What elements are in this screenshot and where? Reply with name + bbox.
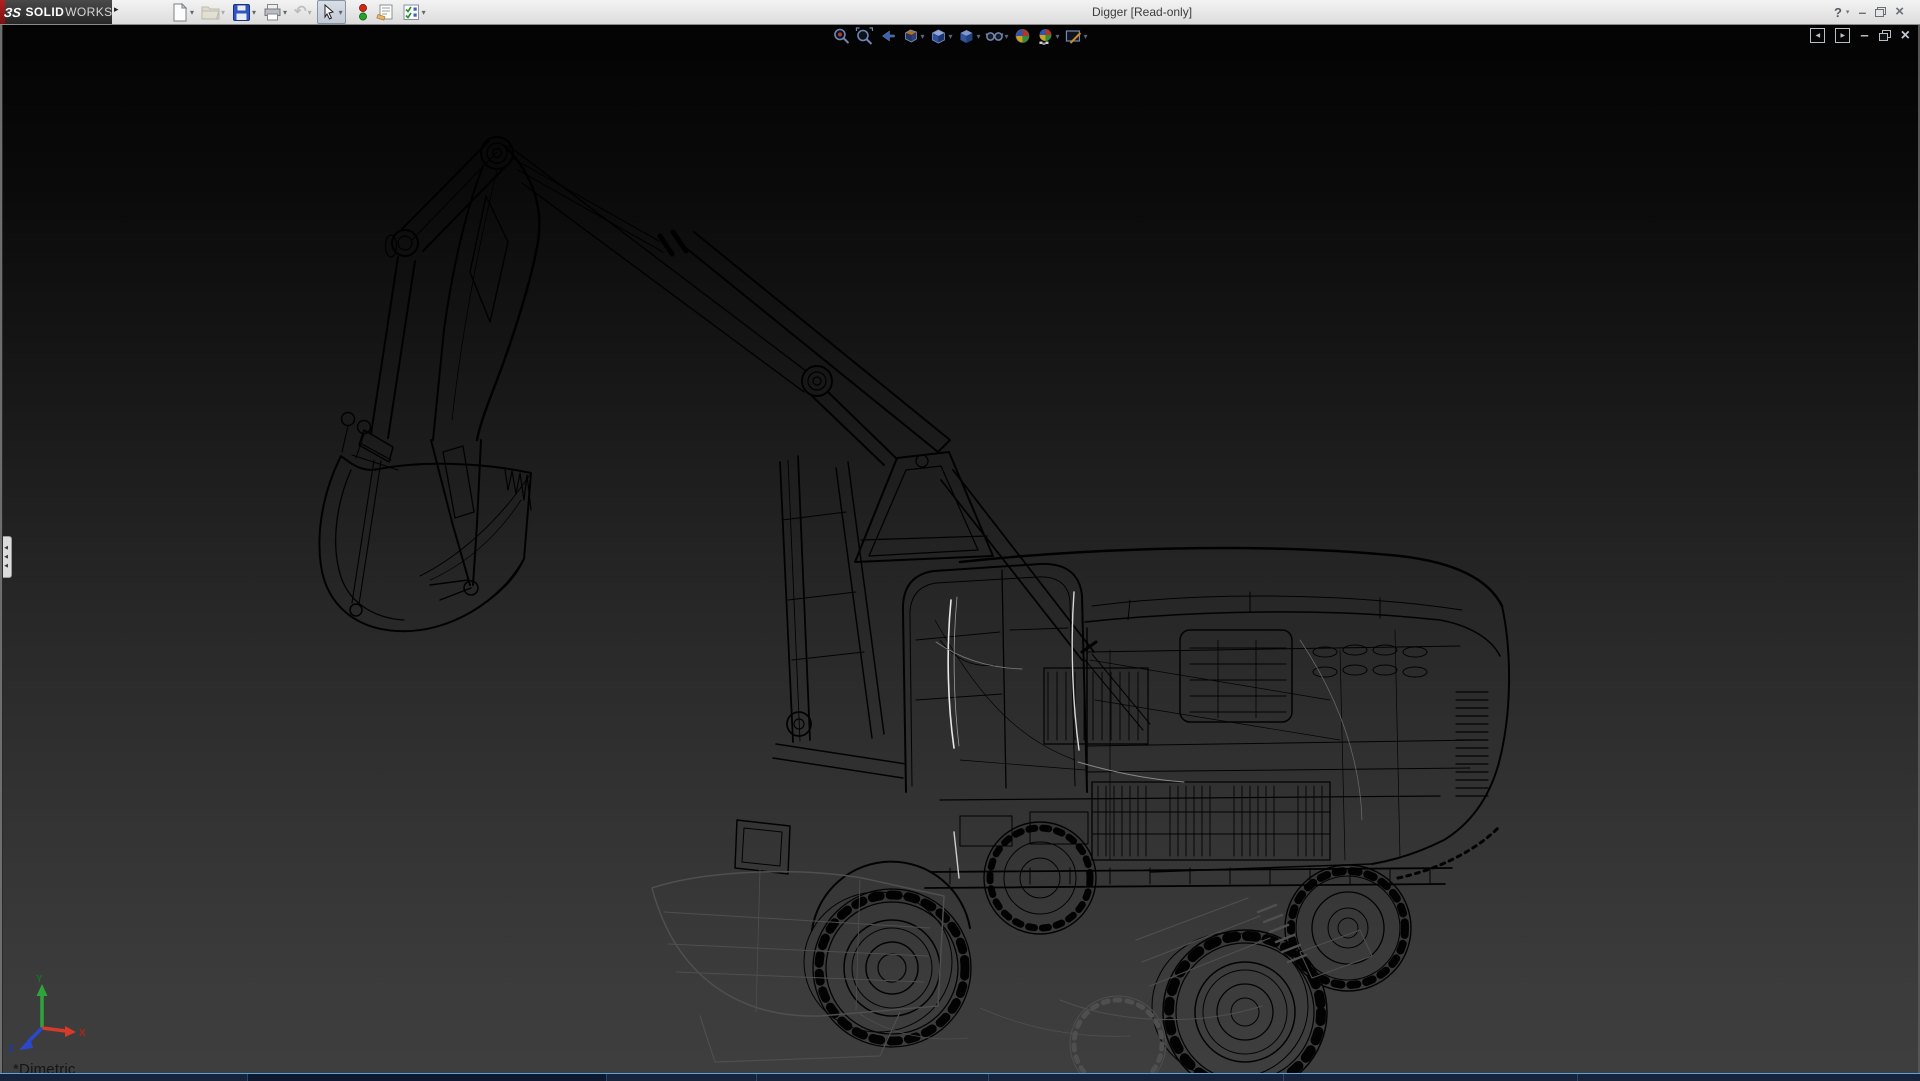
window-restore-button[interactable] [1875, 7, 1886, 17]
save-button[interactable]: ▾ [230, 1, 258, 23]
expander-arrow-icon: ◀ [4, 544, 8, 553]
file-properties-button[interactable] [374, 1, 397, 23]
solidworks-logo-bold: SOLID [26, 5, 65, 19]
options-dropdown[interactable]: ▾ [422, 8, 426, 17]
print-button[interactable]: ▾ [261, 1, 289, 23]
document-minimize-button[interactable]: – [1860, 32, 1868, 40]
help-button[interactable]: ? [1834, 5, 1842, 20]
pane-left-glyph: ◀ [1816, 32, 1821, 39]
triad-z-label: Z [8, 1044, 14, 1055]
select-button[interactable]: ▾ [317, 0, 346, 24]
triad-y-label: Y [36, 974, 43, 985]
solidworks-logo: ЗS SOLID WORKS [5, 0, 112, 24]
window-minimize-button[interactable]: – [1858, 7, 1866, 17]
apply-scene-dropdown[interactable]: ▾ [1056, 32, 1060, 41]
section-view-dropdown[interactable]: ▾ [920, 32, 924, 41]
window-close-button[interactable]: × [1895, 6, 1904, 18]
expander-arrow-icon: ◀ [4, 553, 8, 562]
heads-up-view-toolbar: ▾ ▾ ▾ ▾ ▾ ▾ [832, 27, 1087, 45]
orientation-triad: Y X Z [8, 974, 86, 1055]
wireframe-digger-model[interactable]: Y X Z [0, 0, 1920, 1080]
bucket-group [319, 456, 531, 631]
pane-toggle-left-icon[interactable]: ◀ [1810, 28, 1825, 43]
open-button[interactable]: ▾ [199, 1, 227, 23]
new-document-dropdown[interactable]: ▾ [190, 8, 194, 17]
hide-show-items-icon[interactable]: ▾ [986, 27, 1009, 45]
previous-view-icon[interactable] [878, 27, 896, 45]
title-bar-controls: ? ▾ – × [1834, 0, 1904, 24]
display-style-dropdown[interactable]: ▾ [976, 32, 980, 41]
body-group [812, 548, 1509, 930]
standard-toolbar: ▾ ▾ ▾ ▾ ↶ ▾ ▾ ▾ [168, 1, 431, 23]
hide-show-items-dropdown[interactable]: ▾ [1005, 32, 1009, 41]
window-left-edge-inner [2, 24, 3, 1080]
pane-toggle-right-icon[interactable]: ▶ [1835, 28, 1850, 43]
undo-button[interactable]: ↶ ▾ [292, 1, 314, 23]
view-orientation-dropdown[interactable]: ▾ [948, 32, 952, 41]
undo-dropdown[interactable]: ▾ [308, 8, 312, 17]
solidworks-window: { "window": { "title": "Digger [Read-onl… [0, 0, 1920, 1080]
toolbar-overflow-arrow[interactable]: ▸ [114, 4, 119, 15]
print-dropdown[interactable]: ▾ [283, 8, 287, 17]
document-close-button[interactable]: × [1901, 29, 1910, 42]
new-document-button[interactable]: ▾ [168, 1, 196, 23]
section-view-icon[interactable]: ▾ [901, 27, 924, 45]
window-title: Digger [Read-only] [1092, 5, 1192, 19]
solidworks-logo-glyph: ЗS [4, 5, 23, 20]
boom-group [342, 137, 1151, 874]
zoom-to-fit-icon[interactable] [832, 27, 850, 45]
undo-icon: ↶ [294, 3, 307, 21]
edit-appearance-icon[interactable] [1014, 27, 1032, 45]
options-button[interactable]: ▾ [400, 1, 428, 23]
select-dropdown[interactable]: ▾ [339, 8, 343, 17]
apply-scene-icon[interactable]: ▾ [1037, 27, 1060, 45]
expander-arrow-icon: ◀ [4, 562, 8, 571]
zoom-to-area-icon[interactable] [855, 27, 873, 45]
rebuild-traffic-light-button[interactable] [355, 1, 371, 23]
document-restore-button[interactable] [1879, 30, 1891, 41]
triad-x-label: X [79, 1028, 86, 1039]
open-dropdown[interactable]: ▾ [221, 8, 225, 17]
view-settings-dropdown[interactable]: ▾ [1084, 32, 1088, 41]
pane-right-glyph: ▶ [1841, 32, 1846, 39]
display-style-icon[interactable]: ▾ [957, 27, 980, 45]
view-orientation-icon[interactable]: ▾ [929, 27, 952, 45]
save-dropdown[interactable]: ▾ [252, 8, 256, 17]
document-window-controls: ◀ ▶ – × [1810, 28, 1910, 43]
title-bar: ЗS SOLID WORKS ▸ ▾ ▾ ▾ ▾ ↶ ▾ ▾ [0, 0, 1920, 25]
help-dropdown[interactable]: ▾ [1846, 8, 1850, 16]
view-settings-icon[interactable]: ▾ [1065, 27, 1088, 45]
solidworks-logo-light: WORKS [65, 5, 112, 19]
